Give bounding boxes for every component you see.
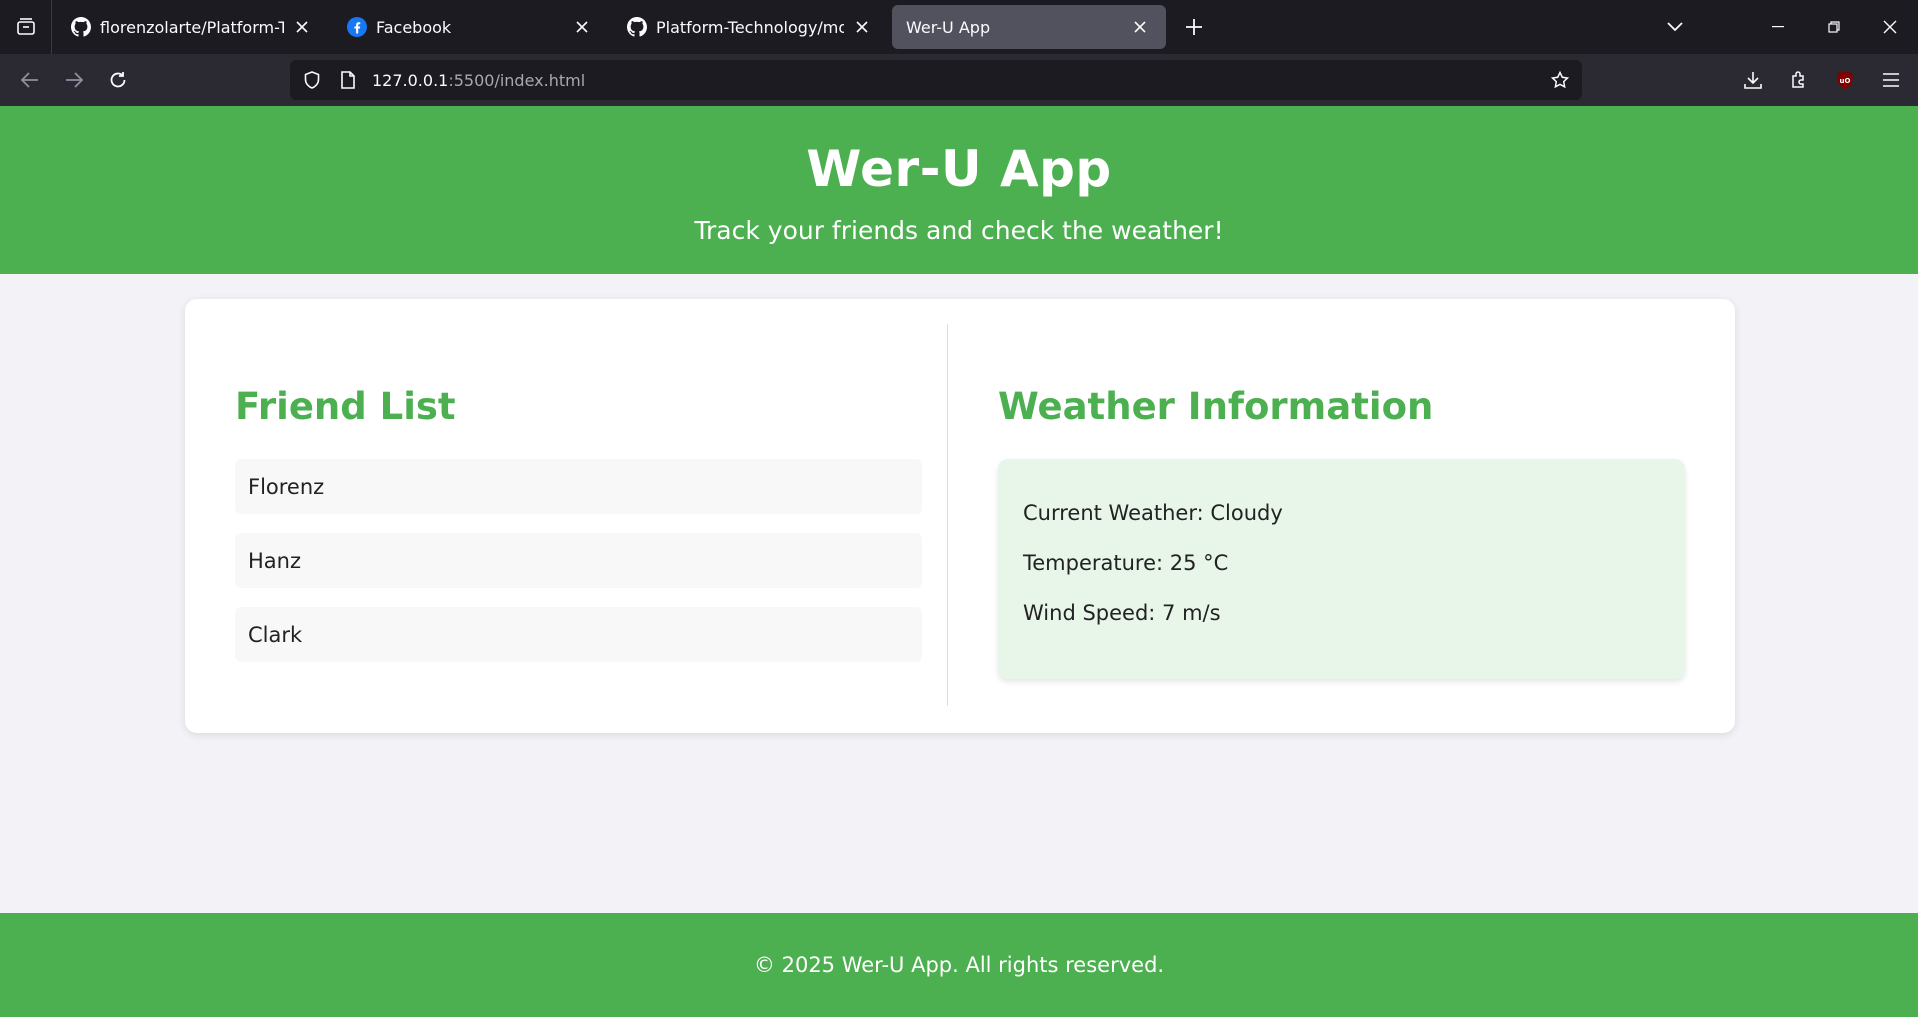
tab-title: Platform-Technology/module 2. xyxy=(656,17,844,37)
page-title: Wer-U App xyxy=(806,140,1112,198)
tab-list-button[interactable] xyxy=(0,0,52,54)
url-path: :5500/index.html xyxy=(448,70,586,90)
friend-list: Florenz Hanz Clark xyxy=(235,459,922,681)
browser-tab-bar: florenzolarte/Platform-Technology Facebo… xyxy=(0,0,1918,54)
wind-speed: Wind Speed: 7 m/s xyxy=(1023,601,1221,625)
close-tab-icon[interactable] xyxy=(1128,15,1152,39)
site-footer: © 2025 Wer-U App. All rights reserved. xyxy=(0,913,1918,1017)
close-tab-icon[interactable] xyxy=(570,15,594,39)
toolbar-right: uO xyxy=(1730,54,1918,106)
bookmark-star-icon[interactable] xyxy=(1542,60,1578,100)
temperature: Temperature: 25 °C xyxy=(1023,551,1229,575)
page-content: Wer-U App Track your friends and check t… xyxy=(0,106,1918,1017)
puzzle-icon xyxy=(1792,71,1804,88)
friend-item: Clark xyxy=(235,607,922,662)
restore-button[interactable] xyxy=(1806,0,1862,54)
forward-button[interactable] xyxy=(52,58,96,102)
tab-manager-icon xyxy=(16,18,35,35)
facebook-icon xyxy=(346,16,368,38)
restore-icon xyxy=(1828,21,1840,33)
minimize-button[interactable] xyxy=(1750,0,1806,54)
tab-active-weru[interactable]: Wer-U App xyxy=(892,5,1166,49)
reload-icon xyxy=(110,72,126,88)
friend-item: Florenz xyxy=(235,459,922,514)
close-icon xyxy=(1883,20,1897,34)
close-window-button[interactable] xyxy=(1862,0,1918,54)
section-divider xyxy=(947,324,948,706)
friend-item: Hanz xyxy=(235,533,922,588)
hamburger-menu-icon xyxy=(1883,73,1899,87)
reload-button[interactable] xyxy=(96,58,140,102)
tab-title: Wer-U App xyxy=(906,17,991,37)
github-icon xyxy=(70,16,92,38)
svg-text:uO: uO xyxy=(1840,77,1851,85)
weather-card: Current Weather: Cloudy Temperature: 25 … xyxy=(998,459,1685,679)
tab-facebook[interactable]: Facebook xyxy=(332,5,608,49)
main-container: Friend List Florenz Hanz Clark Weather I… xyxy=(185,299,1735,733)
tab-github-1[interactable]: florenzolarte/Platform-Technology xyxy=(56,5,328,49)
new-tab-button[interactable] xyxy=(1174,7,1214,47)
extensions-button[interactable] xyxy=(1776,54,1822,106)
ublock-origin-icon: uO xyxy=(1837,71,1853,89)
close-tab-icon[interactable] xyxy=(290,15,314,39)
tab-title: Facebook xyxy=(376,17,452,37)
url-text[interactable]: 127.0.0.1:5500/index.html xyxy=(372,71,585,90)
window-controls xyxy=(1750,0,1918,54)
shield-icon[interactable] xyxy=(294,60,330,100)
friend-list-title: Friend List xyxy=(235,385,456,428)
address-bar[interactable]: 127.0.0.1:5500/index.html xyxy=(290,60,1582,100)
footer-copyright: © 2025 Wer-U App. All rights reserved. xyxy=(753,953,1165,977)
chevron-down-icon xyxy=(1667,22,1683,32)
tab-github-2[interactable]: Platform-Technology/module 2. xyxy=(612,5,888,49)
arrow-right-icon xyxy=(66,72,83,88)
current-weather: Current Weather: Cloudy xyxy=(1023,501,1283,525)
download-icon xyxy=(1744,72,1762,89)
page-icon[interactable] xyxy=(330,60,366,100)
site-header: Wer-U App Track your friends and check t… xyxy=(0,106,1918,274)
browser-nav-bar: 127.0.0.1:5500/index.html uO xyxy=(0,54,1918,106)
menu-button[interactable] xyxy=(1868,54,1914,106)
close-tab-icon[interactable] xyxy=(850,15,874,39)
weather-title: Weather Information xyxy=(998,385,1434,428)
minimize-icon xyxy=(1772,26,1784,28)
ublock-extension-button[interactable]: uO xyxy=(1822,54,1868,106)
plus-icon xyxy=(1186,19,1202,35)
arrow-left-icon xyxy=(21,72,38,88)
github-icon xyxy=(626,16,648,38)
url-host: 127.0.0.1 xyxy=(372,70,449,90)
tab-title: florenzolarte/Platform-Technology xyxy=(100,17,284,37)
page-subtitle: Track your friends and check the weather… xyxy=(694,216,1224,245)
back-button[interactable] xyxy=(8,58,52,102)
list-all-tabs-button[interactable] xyxy=(1650,0,1700,54)
downloads-button[interactable] xyxy=(1730,54,1776,106)
